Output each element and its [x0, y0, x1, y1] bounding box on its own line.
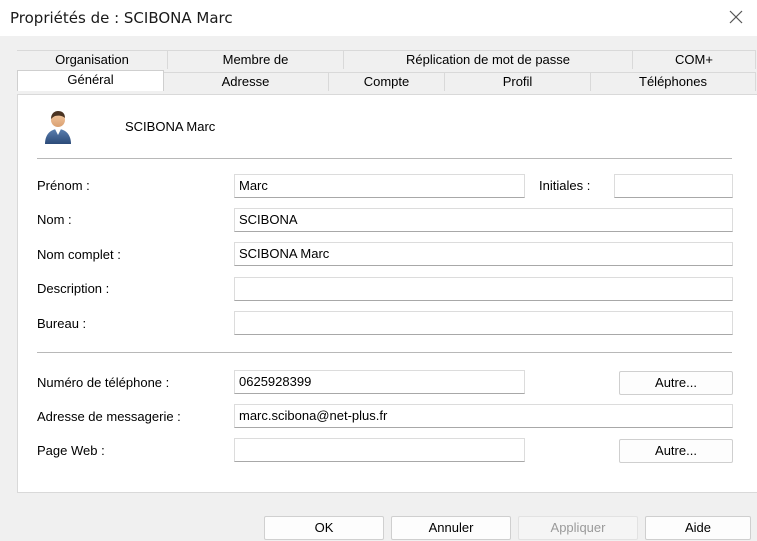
bureau-label: Bureau :: [37, 316, 87, 331]
prenom-field[interactable]: Marc: [234, 174, 525, 198]
web-field[interactable]: [234, 438, 525, 462]
initiales-field[interactable]: [614, 174, 733, 198]
telephone-autre-button[interactable]: Autre...: [619, 371, 733, 395]
tab-membre-de[interactable]: Membre de: [168, 50, 344, 69]
ok-button[interactable]: OK: [264, 516, 384, 540]
appliquer-button[interactable]: Appliquer: [518, 516, 638, 540]
aide-button[interactable]: Aide: [645, 516, 751, 540]
web-autre-button[interactable]: Autre...: [619, 439, 733, 463]
telephone-field[interactable]: 0625928399: [234, 370, 525, 394]
tab-telephones[interactable]: Téléphones: [591, 72, 756, 91]
tab-profil[interactable]: Profil: [445, 72, 591, 91]
close-icon[interactable]: [725, 6, 747, 28]
tab-com-plus[interactable]: COM+: [633, 50, 756, 69]
web-label: Page Web :: [37, 443, 105, 458]
prenom-label: Prénom :: [37, 178, 90, 193]
initiales-label: Initiales :: [539, 178, 591, 193]
bureau-field[interactable]: [234, 311, 733, 335]
title-bar: Propriétés de : SCIBONA Marc: [0, 0, 757, 36]
separator-bottom: [37, 352, 732, 353]
user-display-name: SCIBONA Marc: [125, 119, 216, 134]
user-icon: [45, 111, 71, 144]
window-title: Propriétés de : SCIBONA Marc: [10, 9, 233, 27]
nom-complet-label: Nom complet :: [37, 247, 121, 262]
description-label: Description :: [37, 281, 110, 296]
tab-adresse[interactable]: Adresse: [163, 72, 329, 91]
separator-top: [37, 158, 732, 159]
annuler-button[interactable]: Annuler: [391, 516, 511, 540]
email-label: Adresse de messagerie :: [37, 409, 181, 424]
nom-complet-field[interactable]: SCIBONA Marc: [234, 242, 733, 266]
tab-replication-mot-de-passe[interactable]: Réplication de mot de passe: [344, 50, 633, 69]
description-field[interactable]: [234, 277, 733, 301]
tab-compte[interactable]: Compte: [329, 72, 445, 91]
tab-organisation[interactable]: Organisation: [17, 50, 168, 69]
nom-field[interactable]: SCIBONA: [234, 208, 733, 232]
email-field[interactable]: marc.scibona@net-plus.fr: [234, 404, 733, 428]
tab-general[interactable]: Général: [17, 70, 164, 91]
telephone-label: Numéro de téléphone :: [37, 375, 170, 390]
nom-label: Nom :: [37, 212, 72, 227]
